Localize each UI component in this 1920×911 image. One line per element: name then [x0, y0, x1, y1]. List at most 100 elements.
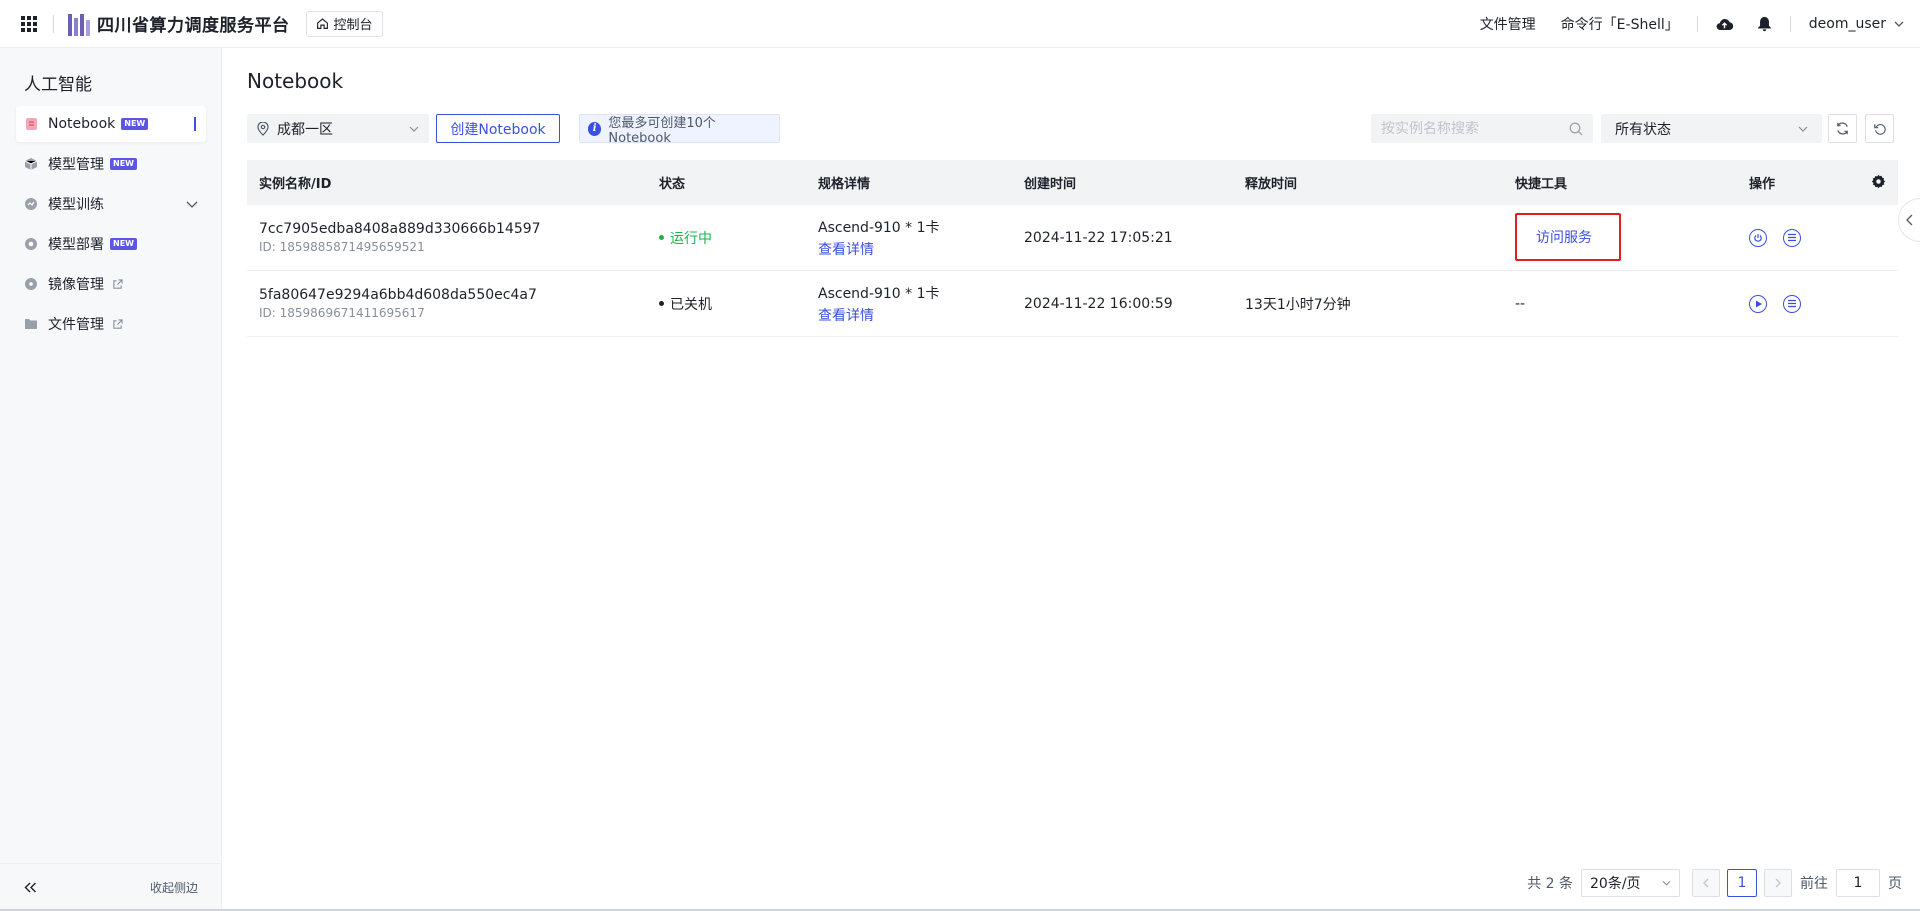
- menu-list-icon[interactable]: [1783, 294, 1801, 313]
- page-size-select[interactable]: 20条/页: [1581, 869, 1680, 897]
- sidebar-item-file-manage[interactable]: 文件管理: [16, 306, 206, 342]
- collapse-sidebar-bar[interactable]: 收起侧边: [0, 863, 222, 911]
- info-icon: i: [588, 121, 602, 136]
- quick-tool-highlight: 访问服务: [1515, 213, 1621, 261]
- new-badge: NEW: [110, 238, 137, 250]
- double-chevron-left-icon[interactable]: [24, 882, 37, 893]
- refresh-button[interactable]: [1828, 114, 1857, 143]
- goto-page-input[interactable]: [1836, 869, 1880, 897]
- sidebar-item-notebook[interactable]: Notebook NEW: [16, 106, 206, 142]
- gear-icon[interactable]: [1871, 174, 1886, 189]
- sidebar-item-label: 模型训练: [48, 197, 104, 213]
- create-notebook-button[interactable]: 创建Notebook: [436, 114, 560, 143]
- sidebar-item-image-manage[interactable]: 镜像管理: [16, 266, 206, 302]
- chevron-right-icon: [1775, 878, 1781, 888]
- chevron-left-icon: [1703, 878, 1709, 888]
- power-icon[interactable]: [1749, 228, 1767, 247]
- apps-grid-icon[interactable]: [21, 15, 37, 32]
- column-header: 释放时间: [1245, 177, 1298, 192]
- view-details-link[interactable]: 查看详情: [818, 239, 940, 259]
- info-tip: i 您最多可创建10个Notebook: [579, 114, 780, 146]
- sidebar-item-label: Notebook: [48, 116, 116, 132]
- training-icon: [24, 197, 38, 211]
- divider: [1696, 15, 1698, 32]
- external-link-icon: [113, 278, 123, 289]
- top-right-area: 文件管理 命令行「E-Shell」 deom_user: [1480, 0, 1920, 48]
- column-header: 实例名称/ID: [259, 177, 332, 192]
- visit-service-link[interactable]: 访问服务: [1536, 227, 1592, 247]
- status-text: 已关机: [670, 296, 712, 313]
- column-header: 规格详情: [818, 177, 871, 192]
- instance-name: 7cc7905edba8408a889d330666b14597: [259, 221, 541, 237]
- next-page-button[interactable]: [1764, 869, 1792, 897]
- status-cell: 已关机: [659, 294, 712, 314]
- chevron-down-icon: [1798, 126, 1808, 132]
- view-details-link[interactable]: 查看详情: [818, 305, 940, 325]
- spec-text: Ascend-910 * 1卡: [818, 219, 940, 236]
- username: deom_user: [1808, 15, 1886, 32]
- file-manage-link[interactable]: 文件管理: [1480, 14, 1536, 34]
- top-bar: 四川省算力调度服务平台 控制台 文件管理 命令行「E-Shell」 deom_u…: [0, 0, 1920, 48]
- platform-logo: [68, 12, 90, 36]
- notebook-icon: [24, 117, 38, 131]
- user-menu[interactable]: deom_user: [1809, 16, 1904, 32]
- menu-list-icon[interactable]: [1783, 228, 1801, 247]
- cloud-upload-icon[interactable]: [1716, 17, 1733, 31]
- status-cell: 运行中: [659, 228, 712, 248]
- collapse-sidebar-label[interactable]: 收起侧边: [150, 879, 198, 896]
- table-row: 5fa80647e9294a6bb4d608da550ec4a7 ID: 185…: [247, 271, 1898, 337]
- page-size-value: 20条/页: [1590, 876, 1641, 892]
- status-dot: [659, 235, 664, 240]
- location-pin-icon: [257, 121, 269, 136]
- created-time: 2024-11-22 16:00:59: [1024, 295, 1173, 312]
- column-header: 操作: [1749, 177, 1776, 192]
- page-title: Notebook: [247, 69, 344, 93]
- pagination: 共 2 条 20条/页 1 前往 页: [1527, 869, 1902, 897]
- instance-name-cell: 5fa80647e9294a6bb4d608da550ec4a7 ID: 185…: [259, 287, 537, 320]
- goto-suffix: 页: [1888, 876, 1902, 892]
- divider: [53, 14, 54, 33]
- sidebar-title: 人工智能: [24, 75, 92, 95]
- play-icon[interactable]: [1749, 294, 1767, 313]
- prev-page-button[interactable]: [1692, 869, 1720, 897]
- eshell-link[interactable]: 命令行「E-Shell」: [1561, 14, 1679, 34]
- chevron-down-icon: [186, 201, 198, 208]
- new-badge: NEW: [121, 118, 149, 130]
- chevron-down-icon: [1662, 880, 1671, 886]
- page-number[interactable]: 1: [1727, 869, 1757, 897]
- status-filter-value: 所有状态: [1615, 121, 1671, 138]
- release-time: 13天1小时7分钟: [1245, 296, 1351, 313]
- sidebar-item-label: 模型管理: [48, 157, 104, 173]
- column-header: 创建时间: [1024, 177, 1077, 192]
- sidebar-item-model-manage[interactable]: 模型管理 NEW: [16, 146, 206, 182]
- sidebar-item-label: 文件管理: [48, 317, 104, 333]
- expand-panel-handle[interactable]: [1898, 198, 1920, 242]
- brand-title[interactable]: 四川省算力调度服务平台: [97, 11, 290, 36]
- chevron-down-icon: [409, 126, 419, 132]
- new-badge: NEW: [110, 158, 137, 170]
- search-icon[interactable]: [1569, 122, 1583, 136]
- info-tip-text: 您最多可创建10个Notebook: [608, 115, 716, 146]
- created-time: 2024-11-22 17:05:21: [1024, 229, 1173, 246]
- sidebar-item-label: 镜像管理: [48, 277, 104, 293]
- sidebar-item-model-training[interactable]: 模型训练: [16, 186, 206, 222]
- operations-cell: [1749, 228, 1801, 247]
- console-button[interactable]: 控制台: [305, 10, 383, 37]
- sidebar-item-model-deploy[interactable]: 模型部署 NEW: [16, 226, 206, 262]
- instance-name-cell: 7cc7905edba8408a889d330666b14597 ID: 185…: [259, 221, 541, 254]
- region-select[interactable]: 成都一区: [247, 114, 429, 143]
- instance-name: 5fa80647e9294a6bb4d608da550ec4a7: [259, 287, 537, 303]
- status-filter-select[interactable]: 所有状态: [1601, 114, 1822, 143]
- goto-prefix: 前往: [1800, 876, 1828, 892]
- status-dot: [659, 301, 664, 306]
- operations-cell: [1749, 294, 1801, 313]
- search-box[interactable]: [1371, 114, 1593, 143]
- chevron-down-icon: [1894, 21, 1904, 27]
- search-input[interactable]: [1381, 120, 1561, 137]
- spec-cell: Ascend-910 * 1卡 查看详情: [818, 217, 940, 259]
- reset-icon: [1873, 123, 1886, 135]
- bell-icon[interactable]: [1757, 16, 1772, 32]
- reset-button[interactable]: [1865, 114, 1894, 143]
- region-value: 成都一区: [277, 121, 333, 138]
- home-icon: [316, 18, 328, 29]
